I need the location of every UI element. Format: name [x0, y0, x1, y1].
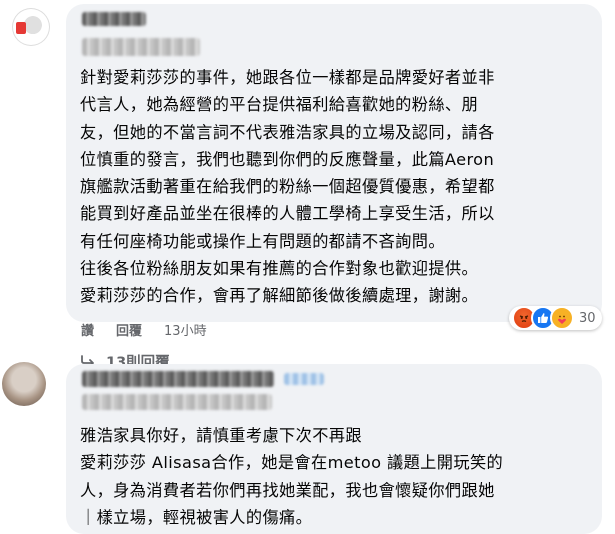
redacted-tag [284, 373, 324, 385]
reactions-summary[interactable]: 30 [509, 306, 602, 330]
care-icon [550, 306, 574, 330]
redacted-commenter-name[interactable] [82, 371, 274, 387]
redacted-commenter-subtitle [82, 38, 200, 56]
comment-timestamp[interactable]: 13小時 [164, 320, 207, 339]
redacted-commenter-subtitle [82, 394, 272, 410]
commenter-avatar[interactable] [2, 362, 46, 406]
comment-text: 雅浩家具你好，請慎重考慮下次不再跟 愛莉莎莎 Alisasa合作，她是會在met… [80, 426, 504, 527]
comment-text: 針對愛莉莎莎的事件，她跟各位一樣都是品牌愛好者並非 代言人，她為經營的平台提供福… [80, 68, 495, 306]
like-link[interactable]: 讚 [81, 320, 94, 339]
reply-link[interactable]: 回覆 [116, 320, 142, 339]
reaction-count: 30 [579, 310, 596, 326]
comment-actions: 讚 回覆 13小時 [81, 318, 207, 340]
commenter-avatar[interactable] [12, 8, 50, 46]
redacted-commenter-name[interactable] [82, 12, 146, 26]
